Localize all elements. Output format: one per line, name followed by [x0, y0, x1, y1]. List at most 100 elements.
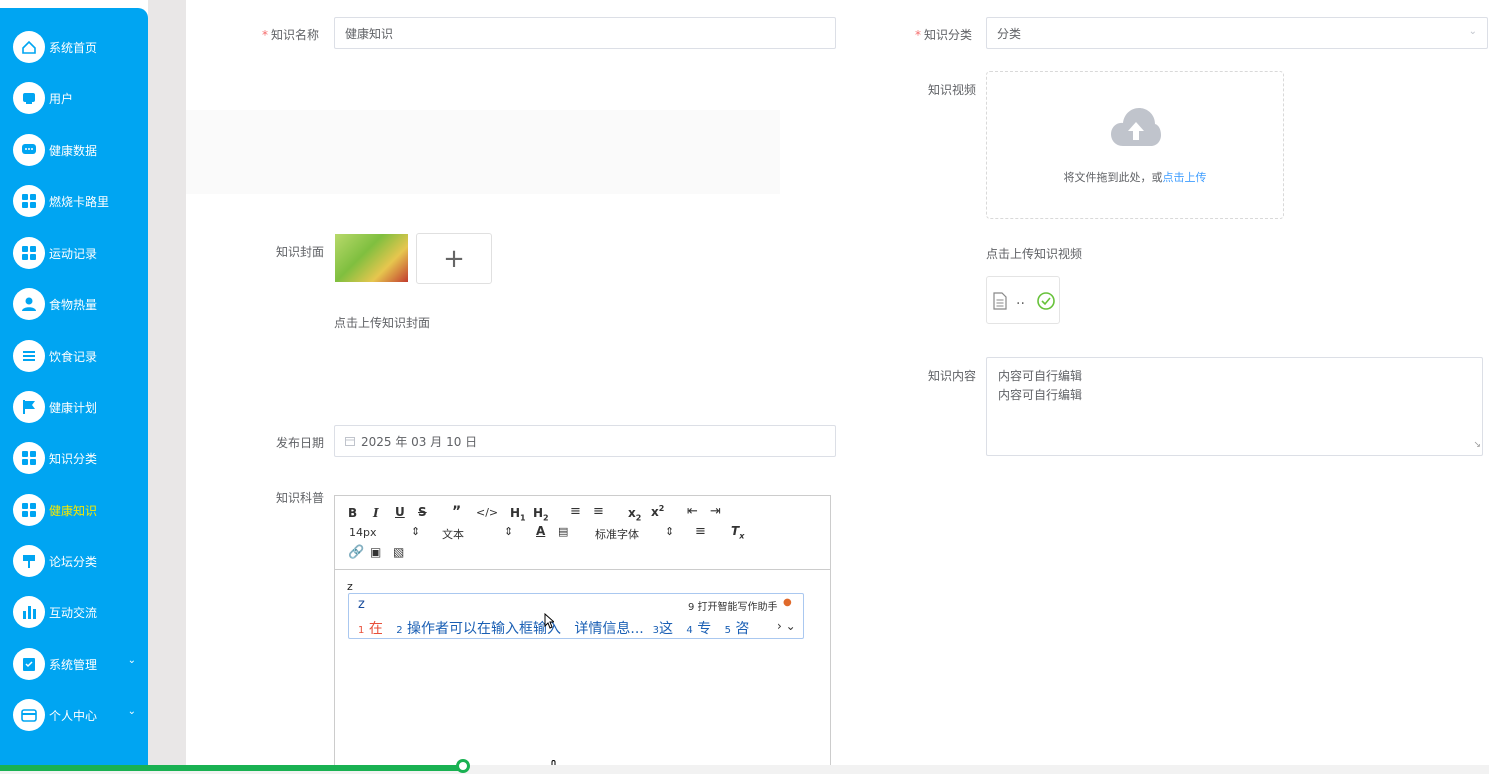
sidebar-item[interactable]: 论坛分类 [0, 541, 148, 581]
sidebar-item[interactable]: 健康计划 [0, 387, 148, 427]
font-size-select[interactable]: 14px [349, 526, 377, 539]
video-upload-dropzone[interactable]: 将文件拖到此处，或点击上传 [986, 71, 1284, 219]
ime-candidate[interactable]: 1 在 [358, 621, 383, 637]
sidebar-item[interactable]: 个人中心 ⌄ [0, 695, 148, 735]
sidebar-item-label: 互动交流 [49, 606, 98, 620]
sidebar-item-label: 系统管理 [49, 658, 98, 672]
sidebar-item[interactable]: 饮食记录 [0, 336, 148, 376]
ordered-list-icon[interactable]: ≡ [570, 504, 581, 519]
font-family-select[interactable]: 标准字体 [595, 526, 639, 542]
add-cover-button[interactable]: + [416, 233, 492, 284]
sidebar-item[interactable]: 健康数据 [0, 130, 148, 170]
blockquote-button[interactable]: ” [452, 504, 461, 520]
align-icon[interactable]: ≡ [695, 524, 706, 539]
chevron-down-icon: ⌄ [127, 655, 136, 666]
ime-next-icon[interactable]: › ⌄ [777, 619, 796, 633]
strike-button[interactable]: S [418, 505, 427, 519]
uploaded-video-file[interactable]: .. [986, 276, 1060, 324]
sidebar-item[interactable]: 知识分类 [0, 438, 148, 478]
sidebar-item-label: 健康数据 [49, 144, 98, 158]
sidebar-item[interactable]: 互动交流 [0, 592, 148, 632]
name-label: * 知识名称 [262, 28, 320, 42]
ime-candidate-popup: z 9 打开智能写作助手 ● 1 在 2 操作者可以在输入框输入 详情信息...… [348, 593, 804, 639]
chat-icon [13, 134, 45, 166]
chevron-down-icon: ⌄ [1468, 26, 1477, 37]
sidebar-item[interactable]: 系统管理 ⌄ [0, 644, 148, 684]
sidebar: 系统首页用户健康数据燃烧卡路里运动记录食物热量饮食记录健康计划知识分类健康知识论… [0, 8, 148, 774]
content-textarea[interactable]: 内容可自行编辑 内容可自行编辑 ↘ [986, 357, 1483, 456]
editor-content[interactable]: z [347, 580, 353, 593]
progress-fill [0, 765, 462, 771]
date-label: 发布日期 [276, 436, 325, 450]
video-label: 知识视频 [928, 83, 977, 97]
ime-candidate[interactable]: 3这 [653, 621, 673, 637]
h2-button[interactable]: H2 [533, 506, 549, 522]
text-type-chevron-icon: ⇕ [504, 525, 514, 538]
calendar-icon [345, 437, 355, 446]
h1-button[interactable]: H1 [510, 506, 526, 522]
user-card-icon [13, 82, 45, 114]
ime-candidate[interactable]: 5 咨 [725, 621, 750, 637]
ime-candidate[interactable]: 详情信息... [574, 621, 643, 637]
signpost-icon [13, 545, 45, 577]
video-hint: 点击上传知识视频 [986, 247, 1083, 261]
bold-button[interactable]: B [348, 506, 357, 520]
grid-icon [13, 237, 45, 269]
ime-candidate[interactable]: 2 操作者可以在输入框输入 [396, 621, 561, 637]
subscript-button[interactable]: x2 [628, 506, 641, 522]
bullet-list-icon[interactable]: ≡ [593, 504, 604, 519]
person-icon [13, 288, 45, 320]
sidebar-item-label: 论坛分类 [49, 555, 98, 569]
outdent-icon[interactable]: ⇤ [687, 504, 698, 519]
code-button[interactable]: </> [476, 506, 498, 519]
cover-hint: 点击上传知识封面 [334, 316, 431, 330]
font-family-chevron-icon: ⇕ [665, 525, 675, 538]
plus-icon: + [443, 243, 465, 274]
chevron-down-icon: ⌄ [127, 706, 136, 717]
italic-button[interactable]: I [373, 506, 379, 520]
progress-knob[interactable] [455, 759, 470, 773]
sidebar-item[interactable]: 健康知识 [0, 490, 148, 530]
underline-button[interactable]: U [395, 505, 405, 519]
date-picker[interactable]: 2025 年 03 月 10 日 [334, 425, 836, 457]
sidebar-item-label: 饮食记录 [49, 350, 98, 364]
cursor-arrow-icon [544, 613, 554, 629]
sidebar-item[interactable]: 运动记录 [0, 233, 148, 273]
science-label: 知识科普 [276, 491, 325, 505]
ime-assist[interactable]: 9 打开智能写作助手 [688, 598, 778, 613]
list-icon [13, 340, 45, 372]
category-select[interactable]: 分类 ⌄ [986, 17, 1488, 49]
cover-image-thumbnail[interactable] [335, 234, 408, 282]
click-upload-link[interactable]: 点击上传 [1163, 171, 1207, 184]
superscript-button[interactable]: x2 [651, 504, 664, 519]
grid-icon [13, 442, 45, 474]
sidebar-item-label: 知识分类 [49, 452, 98, 466]
assistant-icon: ● [783, 597, 792, 608]
sidebar-item[interactable]: 系统首页 [0, 27, 148, 67]
sidebar-item[interactable]: 食物热量 [0, 284, 148, 324]
wallet-icon [13, 699, 45, 731]
font-color-icon[interactable]: A [536, 524, 545, 538]
sidebar-item[interactable]: 燃烧卡路里 [0, 181, 148, 221]
clear-format-icon[interactable]: Tx [731, 524, 744, 540]
video-icon[interactable]: ▧ [393, 545, 404, 559]
sidebar-item-label: 用户 [49, 92, 74, 106]
document-icon [993, 292, 1007, 310]
sidebar-item[interactable]: 用户 [0, 78, 148, 118]
name-input[interactable]: 健康知识 [334, 17, 836, 49]
content-label: 知识内容 [928, 369, 977, 383]
bar-chart-icon [13, 596, 45, 628]
sidebar-item-label: 个人中心 [49, 709, 98, 723]
ime-candidate[interactable]: 4 专 [686, 621, 711, 637]
grid-icon [13, 185, 45, 217]
gutter [148, 0, 186, 774]
image-icon[interactable]: ▣ [370, 545, 381, 559]
sidebar-item-label: 系统首页 [49, 41, 98, 55]
background-color-icon[interactable]: ▤ [558, 525, 568, 538]
resize-handle-icon[interactable]: ↘ [1473, 436, 1481, 455]
link-icon[interactable]: 🔗 [348, 545, 364, 560]
sidebar-item-label: 食物热量 [49, 298, 98, 312]
indent-icon[interactable]: ⇥ [710, 504, 721, 519]
blank-area [186, 110, 780, 194]
text-type-select[interactable]: 文本 [442, 526, 464, 542]
